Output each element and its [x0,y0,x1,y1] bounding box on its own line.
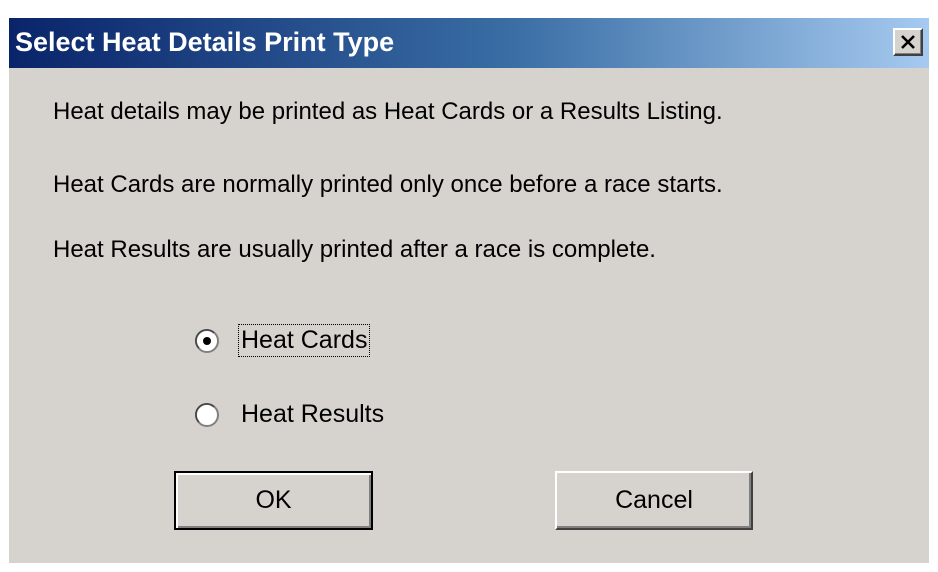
close-icon [901,35,915,49]
dialog-title: Select Heat Details Print Type [15,27,395,57]
cancel-button[interactable]: Cancel [555,471,753,530]
radio-label-heat-cards[interactable]: Heat Cards [237,324,371,357]
radio-label-heat-results[interactable]: Heat Results [239,399,386,430]
title-bar[interactable]: Select Heat Details Print Type [9,18,929,68]
radio-selected-icon[interactable] [195,329,219,353]
print-type-dialog: Select Heat Details Print Type Heat deta… [9,18,929,563]
radio-unselected-icon[interactable] [195,403,219,427]
close-button[interactable] [893,28,923,56]
message-line-3: Heat Results are usually printed after a… [53,236,656,263]
message-line-1: Heat details may be printed as Heat Card… [53,98,723,125]
ok-button[interactable]: OK [174,471,373,530]
message-line-2: Heat Cards are normally printed only onc… [53,171,723,198]
